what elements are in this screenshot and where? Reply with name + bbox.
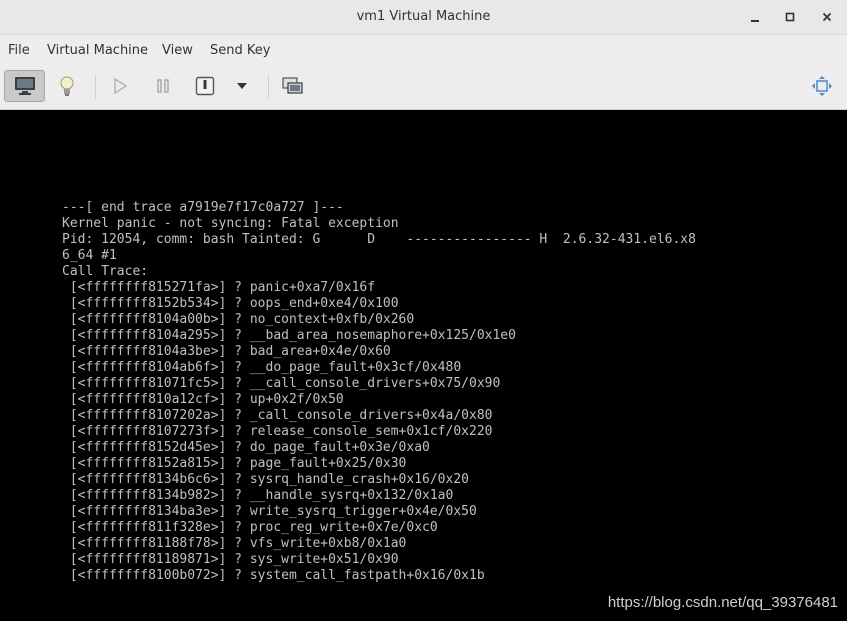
fullscreen-button[interactable] bbox=[808, 70, 836, 102]
console-line: [<ffffffff8107202a>] ? _call_console_dri… bbox=[62, 408, 493, 423]
shutdown-menu-button[interactable] bbox=[230, 70, 254, 102]
console-line: [<ffffffff8152d45e>] ? do_page_fault+0x3… bbox=[62, 440, 430, 455]
shutdown-button[interactable] bbox=[191, 70, 219, 102]
lightbulb-icon bbox=[60, 76, 74, 96]
console-line: 6_64 #1 bbox=[62, 248, 117, 263]
menu-virtual-machine[interactable]: Virtual Machine bbox=[47, 43, 148, 58]
console-line: [<ffffffff815271fa>] ? panic+0xa7/0x16f bbox=[62, 280, 376, 295]
toolbar-separator bbox=[268, 75, 269, 99]
fullscreen-icon bbox=[812, 76, 832, 96]
minimize-icon bbox=[751, 20, 759, 22]
console-line: [<ffffffff8104a00b>] ? no_context+0xfb/0… bbox=[62, 312, 415, 327]
console-line: ---[ end trace a7919e7f17c0a727 ]--- bbox=[62, 200, 344, 215]
menu-file[interactable]: File bbox=[8, 43, 30, 58]
console-line: [<ffffffff8152b534>] ? oops_end+0xe4/0x1… bbox=[62, 296, 399, 311]
console-output: ---[ end trace a7919e7f17c0a727 ]--- Kern… bbox=[62, 200, 696, 584]
run-button[interactable] bbox=[106, 70, 134, 102]
monitor-icon bbox=[14, 77, 35, 95]
console-line: [<ffffffff8134b6c6>] ? sysrq_handle_cras… bbox=[62, 472, 469, 487]
watermark: https://blog.csdn.net/qq_39376481 bbox=[607, 594, 838, 611]
console-line: [<ffffffff8104a3be>] ? bad_area+0x4e/0x6… bbox=[62, 344, 391, 359]
toolbar bbox=[0, 65, 847, 110]
console-line: [<ffffffff81189871>] ? sys_write+0x51/0x… bbox=[62, 552, 399, 567]
console-line: [<ffffffff81071fc5>] ? __call_console_dr… bbox=[62, 376, 501, 391]
console-line: Pid: 12054, comm: bash Tainted: G D ----… bbox=[62, 232, 696, 247]
vm-console[interactable]: ---[ end trace a7919e7f17c0a727 ]--- Kern… bbox=[0, 110, 847, 621]
window-title: vm1 Virtual Machine bbox=[356, 9, 491, 24]
play-icon bbox=[114, 78, 127, 94]
console-line: [<ffffffff8104a295>] ? __bad_area_nosema… bbox=[62, 328, 516, 343]
console-line: [<ffffffff81188f78>] ? vfs_write+0xb8/0x… bbox=[62, 536, 407, 551]
power-icon bbox=[195, 76, 215, 96]
console-line: Call Trace: bbox=[62, 264, 149, 279]
pause-icon bbox=[157, 79, 169, 93]
maximize-button[interactable] bbox=[779, 6, 801, 28]
close-icon bbox=[822, 12, 832, 22]
pause-button[interactable] bbox=[149, 70, 177, 102]
console-line: [<ffffffff8107273f>] ? release_console_s… bbox=[62, 424, 493, 439]
minimize-button[interactable] bbox=[744, 6, 766, 28]
console-line: [<ffffffff811f328e>] ? proc_reg_write+0x… bbox=[62, 520, 438, 535]
details-button[interactable] bbox=[52, 70, 82, 102]
maximize-icon bbox=[785, 12, 795, 22]
console-line: [<ffffffff8134ba3e>] ? write_sysrq_trigg… bbox=[62, 504, 477, 519]
menu-send-key[interactable]: Send Key bbox=[210, 43, 270, 58]
console-line: [<ffffffff8152a815>] ? page_fault+0x25/0… bbox=[62, 456, 407, 471]
console-line: [<ffffffff8100b072>] ? system_call_fastp… bbox=[62, 568, 485, 583]
chevron-down-icon bbox=[237, 83, 247, 89]
toolbar-separator bbox=[95, 75, 96, 99]
console-line: [<ffffffff8134b982>] ? __handle_sysrq+0x… bbox=[62, 488, 454, 503]
title-bar: vm1 Virtual Machine bbox=[0, 0, 847, 35]
menu-bar: File Virtual Machine View Send Key bbox=[0, 35, 847, 65]
snapshots-icon bbox=[282, 77, 303, 94]
close-button[interactable] bbox=[816, 6, 838, 28]
console-view-button[interactable] bbox=[4, 70, 45, 102]
console-line: Kernel panic - not syncing: Fatal except… bbox=[62, 216, 399, 231]
console-line: [<ffffffff810a12cf>] ? up+0x2f/0x50 bbox=[62, 392, 344, 407]
console-line: [<ffffffff8104ab6f>] ? __do_page_fault+0… bbox=[62, 360, 462, 375]
menu-view[interactable]: View bbox=[162, 43, 193, 58]
snapshots-button[interactable] bbox=[279, 70, 307, 102]
